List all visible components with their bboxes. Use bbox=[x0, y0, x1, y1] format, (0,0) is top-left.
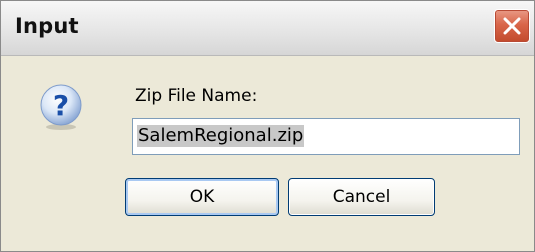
close-icon bbox=[503, 17, 521, 35]
question-icon: ? bbox=[40, 84, 82, 130]
dialog-title: Input bbox=[15, 14, 79, 38]
zip-file-name-value: SalemRegional.zip bbox=[137, 125, 305, 147]
zip-file-name-label: Zip File Name: bbox=[135, 86, 258, 106]
svg-text:?: ? bbox=[53, 89, 69, 122]
cancel-button[interactable]: Cancel bbox=[288, 178, 435, 216]
title-bar[interactable]: Input bbox=[1, 1, 534, 56]
close-button[interactable] bbox=[494, 9, 530, 43]
zip-file-name-input[interactable]: SalemRegional.zip bbox=[132, 118, 520, 155]
ok-button[interactable]: OK bbox=[125, 178, 279, 216]
input-dialog: Input ? Zip File Name: SalemRegional.zip… bbox=[0, 0, 535, 252]
